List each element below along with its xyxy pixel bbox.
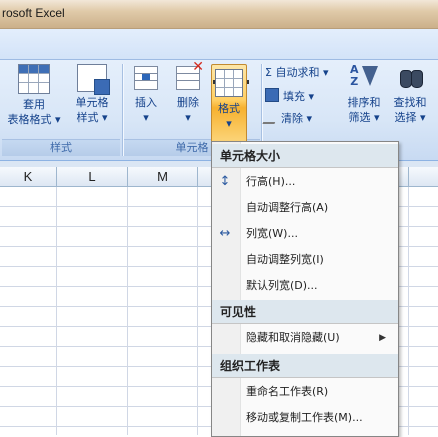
hide-unhide-label: 隐藏和取消隐藏(U) [246, 331, 340, 344]
cell-style-label-2: 样式 ▾ [76, 111, 108, 124]
sort-filter-icon [350, 64, 378, 92]
format-dropdown-arrow: ▾ [226, 117, 232, 130]
column-width-label: 列宽(W)... [246, 227, 298, 240]
column-header[interactable]: L [57, 167, 128, 186]
window-title: rosoft Excel [2, 6, 65, 20]
menu-item-rename-sheet[interactable]: 重命名工作表(R) [212, 380, 398, 404]
autofit-row-label: 自动调整行高(A) [246, 201, 329, 214]
insert-dropdown-arrow: ▾ [143, 111, 149, 124]
insert-label: 插入 [135, 96, 157, 109]
column-header[interactable]: K [0, 167, 57, 186]
eraser-icon [262, 110, 280, 124]
cell-style-label-1: 单元格 [75, 96, 109, 109]
cell-style-icon [77, 64, 110, 95]
delete-cells-icon [174, 60, 204, 92]
insert-button[interactable]: 插入 ▾ [128, 64, 164, 125]
group-divider [122, 64, 123, 156]
default-width-label: 默认列宽(D)... [246, 279, 318, 292]
fill-down-icon [265, 88, 279, 102]
menu-section-cell-size: 单元格大小 [212, 144, 398, 168]
menu-section-visibility: 可见性 [212, 300, 398, 324]
format-label: 格式 [218, 102, 240, 115]
menu-item-hide-unhide[interactable]: 隐藏和取消隐藏(U) ▶ [212, 326, 398, 350]
delete-label: 删除 [177, 96, 199, 109]
rename-sheet-label: 重命名工作表(R) [246, 385, 329, 398]
fill-button[interactable]: 填充 ▾ [265, 88, 314, 104]
ribbon-tab-strip [0, 29, 438, 60]
find-select-button[interactable]: 查找和 选择 ▾ [388, 64, 432, 125]
column-width-icon: ↔ [219, 226, 231, 241]
clear-label: 清除 ▾ [281, 112, 313, 125]
submenu-arrow-icon: ▶ [379, 333, 386, 343]
find-select-label-1: 查找和 [393, 96, 427, 109]
format-dropdown-menu: 单元格大小 ↕ 行高(H)... 自动调整行高(A) ↔ 列宽(W)... 自动… [211, 141, 399, 437]
delete-button[interactable]: 删除 ▾ [170, 60, 206, 125]
menu-item-move-copy-sheet[interactable]: 移动或复制工作表(M)... [212, 406, 398, 430]
menu-item-default-width[interactable]: 默认列宽(D)... [212, 274, 398, 298]
table-format-icon [18, 64, 50, 94]
format-button[interactable]: 格式 ▾ [211, 64, 249, 144]
row-height-icon: ↕ [219, 174, 231, 189]
title-bar: rosoft Excel [0, 0, 438, 29]
move-copy-sheet-label: 移动或复制工作表(M)... [246, 411, 363, 424]
fill-label: 填充 ▾ [283, 90, 315, 103]
table-format-label-2: 表格格式 ▾ [7, 113, 61, 126]
row-height-label: 行高(H)... [246, 175, 296, 188]
autofit-column-label: 自动调整列宽(I) [246, 253, 324, 266]
sort-filter-label-1: 排序和 [347, 96, 381, 109]
column-header[interactable] [409, 167, 438, 186]
menu-section-organize-sheets: 组织工作表 [212, 354, 398, 378]
autosum-button[interactable]: Σ 自动求和 ▾ [265, 66, 328, 80]
format-cells-icon [213, 69, 249, 97]
menu-item-autofit-row[interactable]: 自动调整行高(A) [212, 196, 398, 220]
find-select-label-2: 选择 ▾ [394, 111, 426, 124]
binoculars-icon [396, 64, 424, 92]
menu-item-autofit-column[interactable]: 自动调整列宽(I) [212, 248, 398, 272]
sort-filter-button[interactable]: 排序和 筛选 ▾ [344, 64, 384, 125]
group-label-styles: 样式 [2, 139, 120, 156]
cell-style-button[interactable]: 单元格 样式 ▾ [66, 64, 118, 125]
table-format-label-1: 套用 [23, 98, 45, 111]
delete-dropdown-arrow: ▾ [185, 111, 191, 124]
insert-cells-icon [132, 64, 160, 92]
sort-filter-label-2: 筛选 ▾ [348, 111, 380, 124]
column-header[interactable]: M [128, 167, 198, 186]
table-format-button[interactable]: 套用 表格格式 ▾ [6, 64, 62, 127]
menu-item-row-height[interactable]: ↕ 行高(H)... [212, 170, 398, 194]
menu-item-column-width[interactable]: ↔ 列宽(W)... [212, 222, 398, 246]
clear-button[interactable]: 清除 ▾ [262, 110, 313, 126]
